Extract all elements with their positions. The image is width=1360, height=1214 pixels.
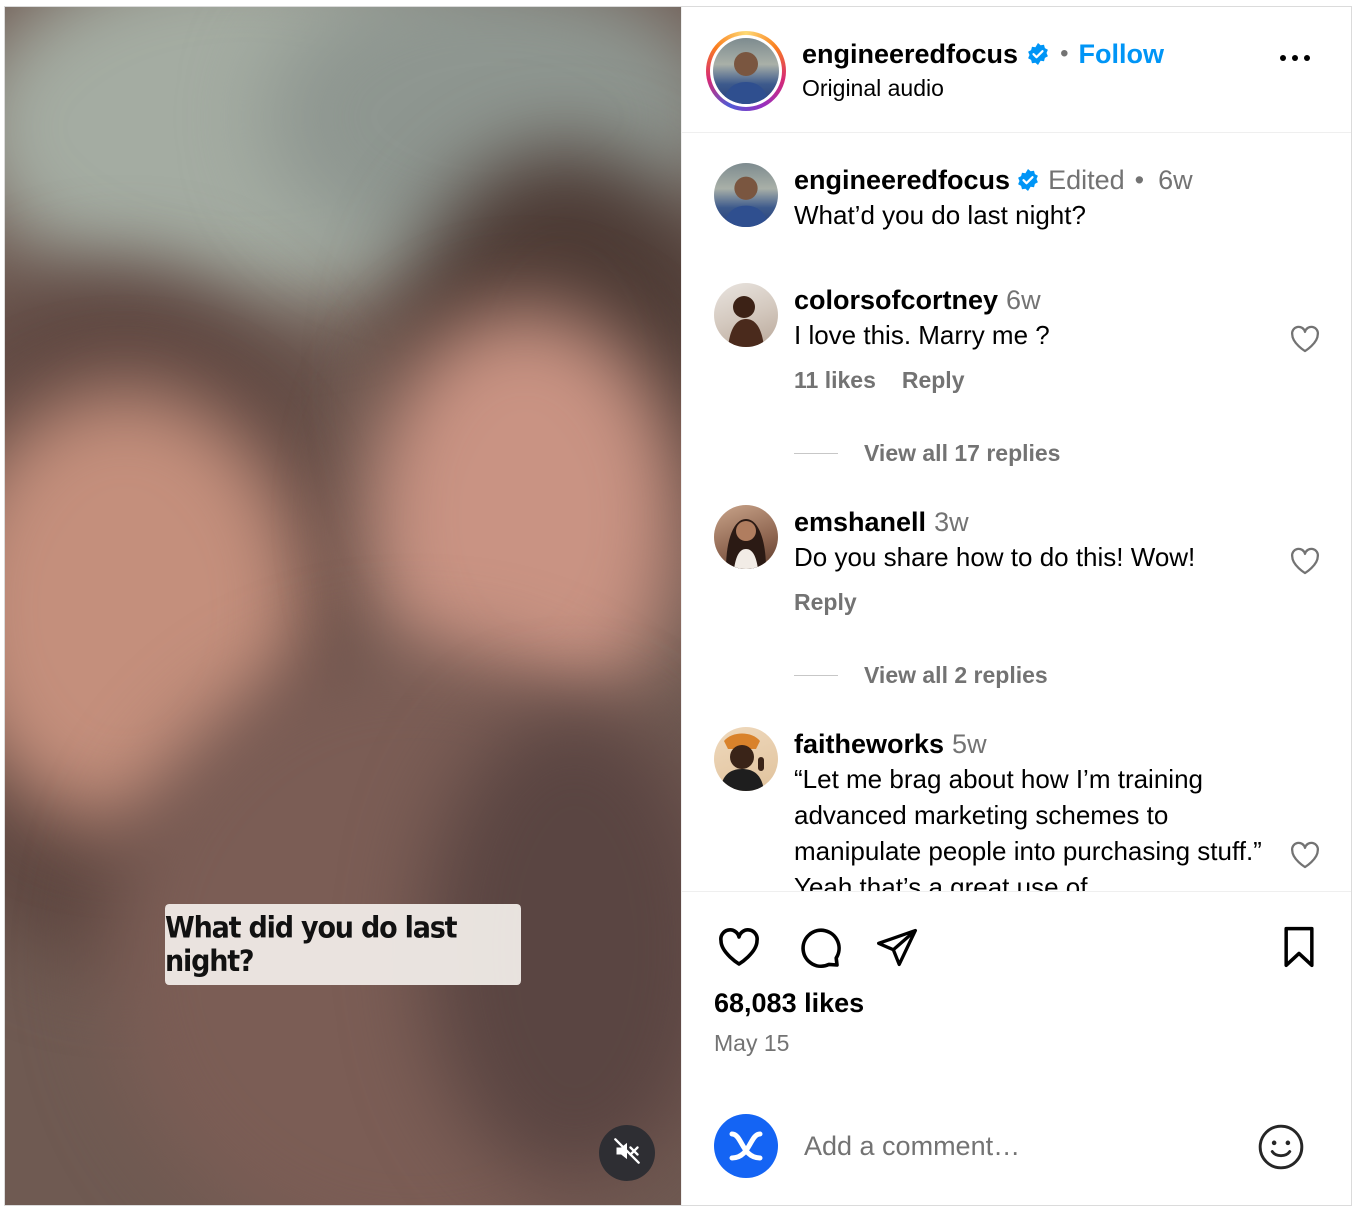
post-date[interactable]: May 15 — [714, 1030, 789, 1057]
author-avatar[interactable] — [714, 163, 778, 227]
comment-username[interactable]: emshanell — [794, 507, 926, 538]
more-options-icon[interactable] — [1280, 55, 1310, 61]
likes-count[interactable]: 68,083 likes — [714, 988, 864, 1019]
follow-button[interactable]: Follow — [1078, 39, 1163, 70]
bookmark-icon — [1277, 925, 1321, 974]
reply-button[interactable]: Reply — [794, 589, 857, 616]
reel-video[interactable]: What did you do last night? — [5, 7, 681, 1205]
verified-badge-icon — [1026, 42, 1050, 66]
comment-username[interactable]: faitheworks — [794, 729, 944, 760]
add-comment-input[interactable] — [804, 1128, 1224, 1164]
comment-text: What’d you do last night? — [794, 200, 1086, 230]
author-story-ring[interactable] — [706, 31, 786, 111]
save-button[interactable] — [1274, 924, 1324, 974]
view-replies-button[interactable]: View all 17 replies — [794, 440, 1060, 467]
comment-heart-icon[interactable] — [1288, 838, 1322, 872]
video-text-overlay: What did you do last night? — [165, 904, 521, 985]
author-username[interactable]: engineeredfocus — [802, 39, 1018, 70]
separator-dot: • — [1134, 164, 1145, 195]
comment-heart-icon[interactable] — [1288, 322, 1322, 356]
current-user-avatar — [714, 1114, 778, 1178]
post-actions: 68,083 likes May 15 — [682, 891, 1351, 1205]
share-button[interactable] — [872, 924, 922, 974]
heart-icon — [715, 923, 763, 976]
view-replies-button[interactable]: View all 2 replies — [794, 662, 1048, 689]
post-modal: What did you do last night? engineeredfo… — [4, 6, 1352, 1206]
comment-text: Do you share how to do this! Wow! — [794, 542, 1196, 572]
comment-text: “Let me brag about how I’m training adva… — [794, 764, 1262, 891]
mute-icon — [613, 1137, 641, 1170]
verified-badge-icon — [1016, 168, 1040, 192]
commenter-avatar[interactable] — [714, 505, 778, 569]
edited-label: Edited — [1048, 164, 1125, 195]
like-button[interactable] — [714, 924, 764, 974]
comment-time[interactable]: 6w — [1006, 285, 1041, 316]
post-header: engineeredfocus • Follow Original audio — [682, 7, 1351, 133]
comment-time[interactable]: 6w — [1158, 165, 1193, 196]
add-comment-row — [682, 1114, 1351, 1180]
comment-username[interactable]: engineeredfocus — [794, 165, 1010, 196]
share-icon — [875, 925, 919, 974]
comment-heart-icon[interactable] — [1288, 544, 1322, 578]
author-avatar — [713, 38, 779, 104]
post-side-panel: engineeredfocus • Follow Original audio … — [681, 7, 1351, 1205]
comment-icon — [795, 923, 843, 976]
view-replies-label: View all 17 replies — [864, 440, 1061, 466]
commenter-avatar[interactable] — [714, 283, 778, 347]
comment-item: colorsofcortney 6w I love this. Marry me… — [714, 283, 1322, 403]
view-replies-label: View all 2 replies — [864, 662, 1048, 688]
mute-button[interactable] — [599, 1125, 655, 1181]
caption-comment: engineeredfocus Edited • 6w What’d you d… — [714, 163, 1322, 243]
comment-time[interactable]: 3w — [934, 507, 969, 538]
separator-dot: • — [1060, 40, 1069, 67]
reply-button[interactable]: Reply — [902, 367, 965, 394]
commenter-avatar[interactable] — [714, 727, 778, 791]
comment-item: faitheworks 5w “Let me brag about how I’… — [714, 727, 1322, 891]
comment-time[interactable]: 5w — [952, 729, 987, 760]
comment-username[interactable]: colorsofcortney — [794, 285, 998, 316]
comments-list[interactable]: engineeredfocus Edited • 6w What’d you d… — [682, 134, 1351, 891]
comment-likes[interactable]: 11 likes — [794, 367, 876, 394]
emoji-icon[interactable] — [1256, 1122, 1306, 1172]
comment-button[interactable] — [794, 924, 844, 974]
comment-text: I love this. Marry me ? — [794, 320, 1050, 350]
audio-link[interactable]: Original audio — [802, 75, 944, 102]
comment-item: emshanell 3w Do you share how to do this… — [714, 505, 1322, 625]
